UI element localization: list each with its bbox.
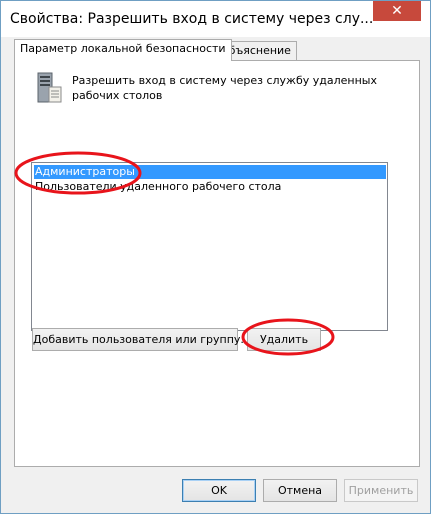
- dialog-window: Свойства: Разрешить вход в систему через…: [0, 0, 431, 514]
- users-listbox[interactable]: Администраторы Пользователи удаленного р…: [31, 162, 388, 331]
- tab-local-security-setting[interactable]: Параметр локальной безопасности: [14, 39, 232, 61]
- apply-button[interactable]: Применить: [344, 479, 418, 502]
- policy-description: Разрешить вход в систему через службу уд…: [72, 74, 377, 102]
- ok-button[interactable]: OK: [182, 479, 256, 502]
- list-item-remote-desktop-users[interactable]: Пользователи удаленного рабочего стола: [34, 180, 386, 194]
- list-item-administrators[interactable]: Администраторы: [34, 165, 386, 179]
- remove-button[interactable]: Удалить: [247, 328, 321, 351]
- add-user-or-group-button[interactable]: Добавить пользователя или группу...: [32, 328, 251, 351]
- title-bar[interactable]: Свойства: Разрешить вход в систему через…: [1, 1, 430, 37]
- close-button[interactable]: ✕: [373, 1, 421, 21]
- window-title: Свойства: Разрешить вход в систему через…: [10, 11, 374, 27]
- server-icon: [37, 72, 62, 103]
- tab-panel: Разрешить вход в систему через службу уд…: [14, 60, 420, 467]
- cancel-button[interactable]: Отмена: [263, 479, 337, 502]
